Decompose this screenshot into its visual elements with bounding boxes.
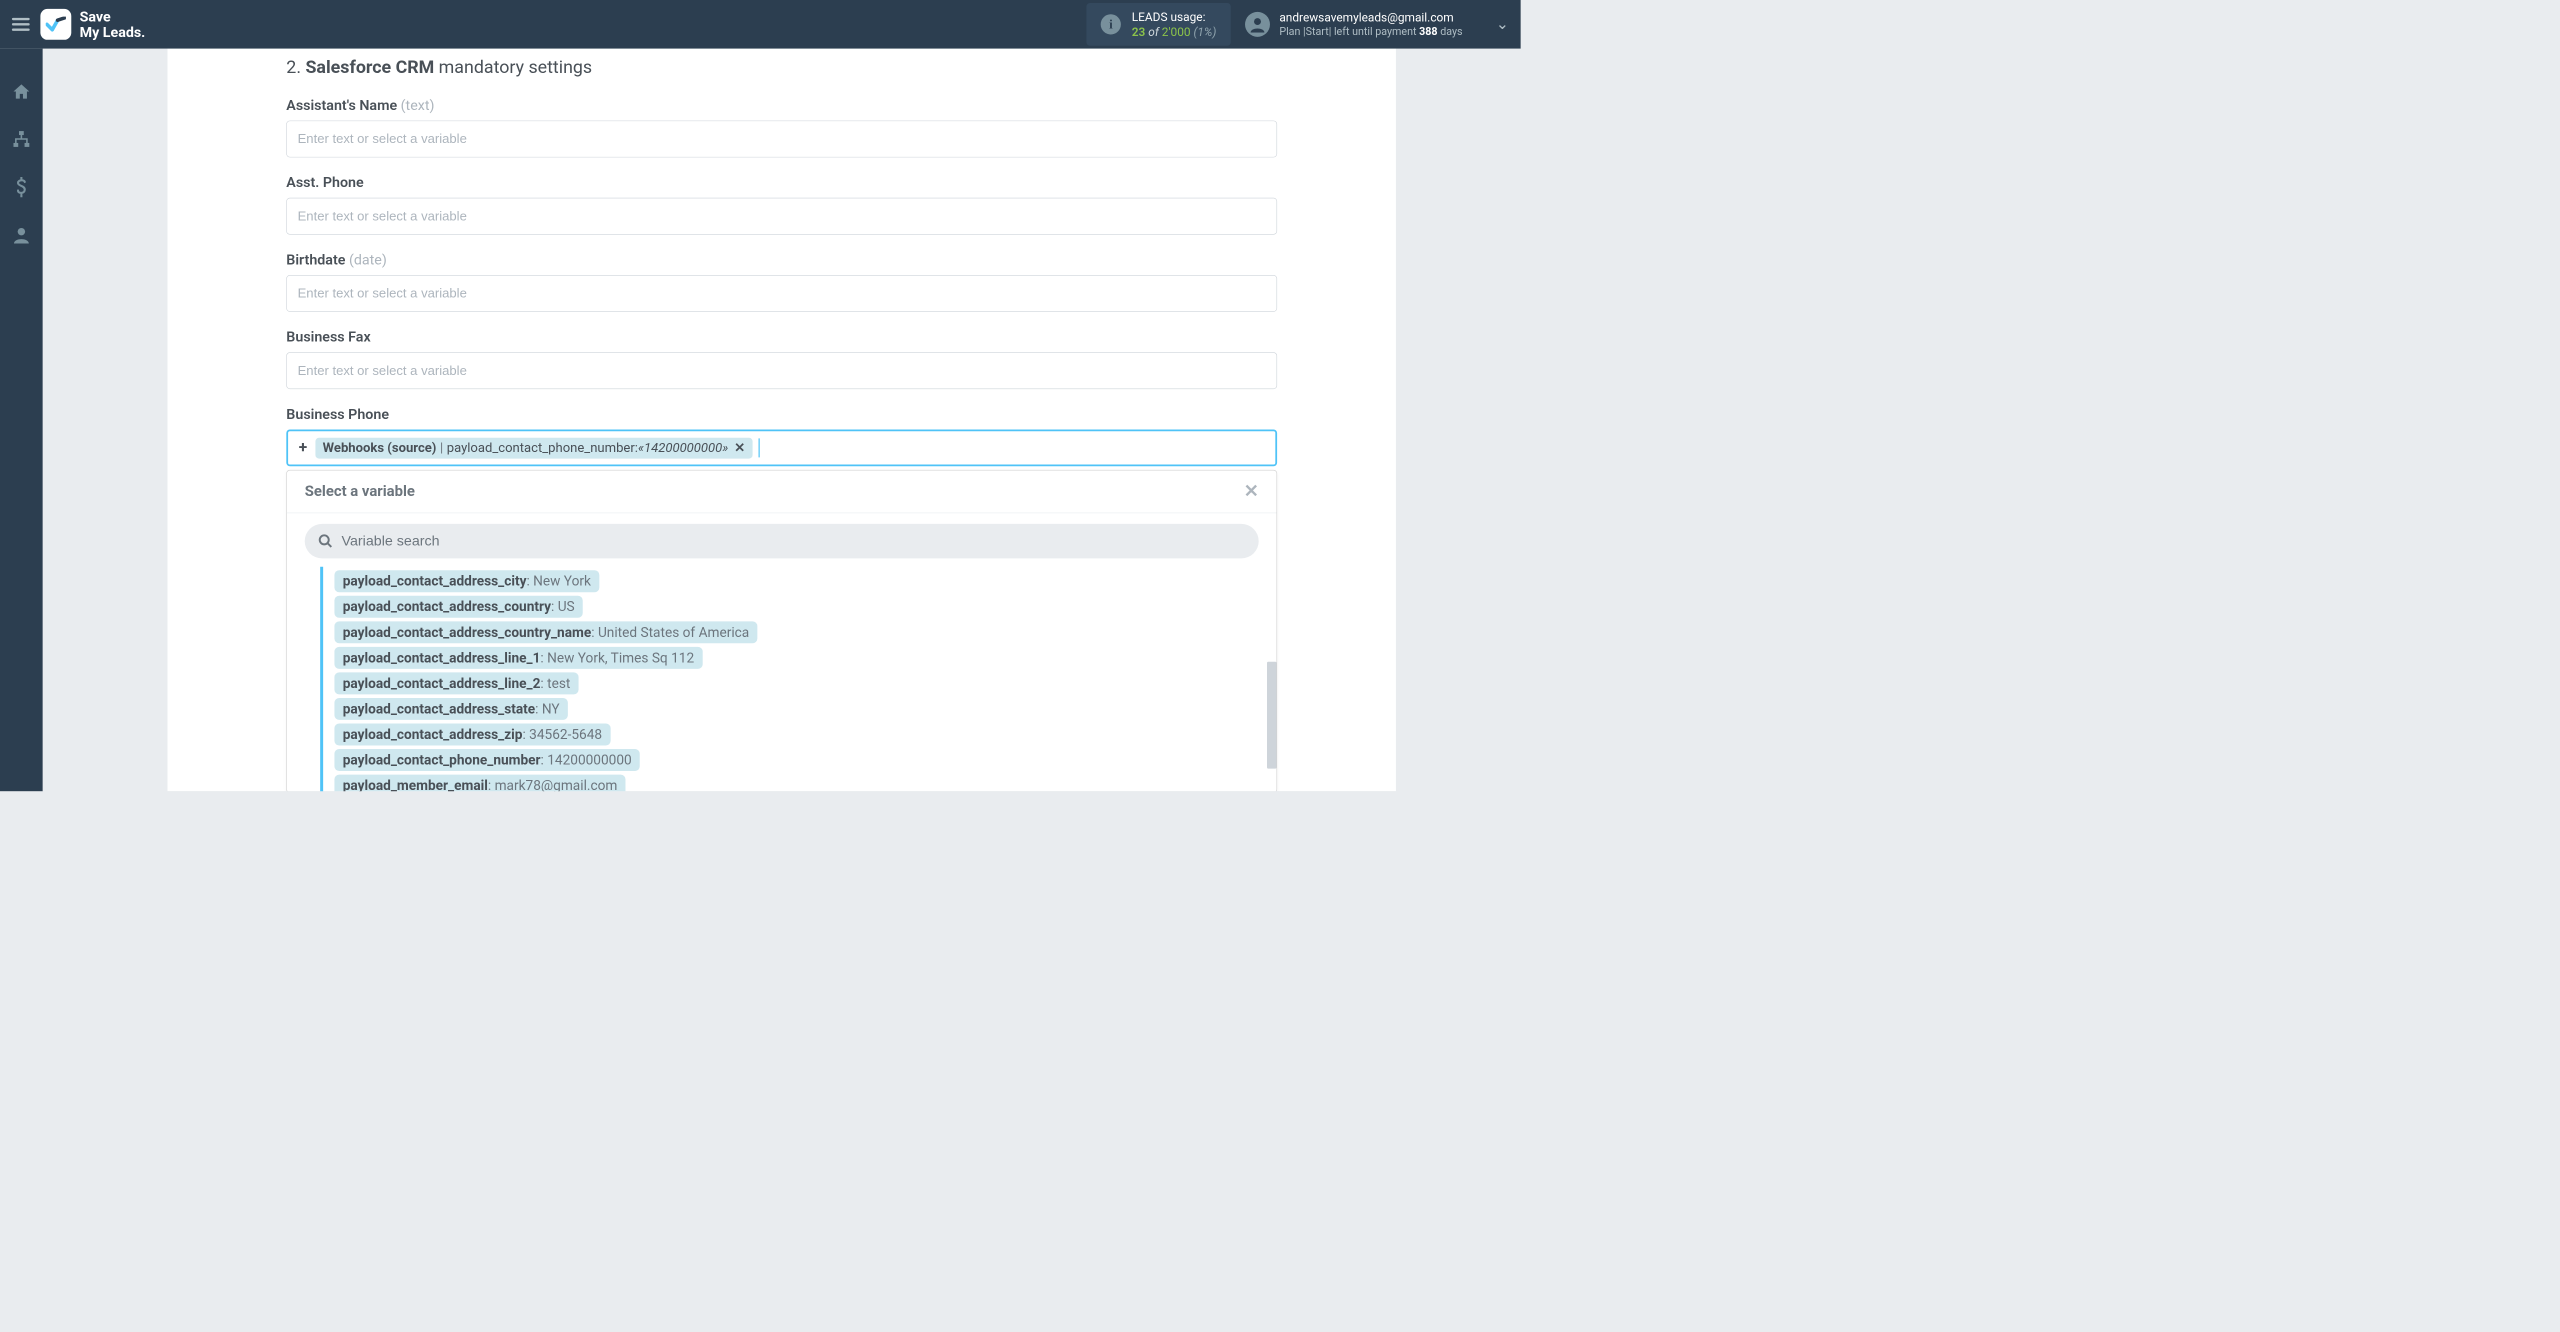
variable-option[interactable]: payload_contact_address_line_1: New York…	[334, 647, 1276, 669]
scrollbar-thumb[interactable]	[1267, 662, 1277, 769]
info-icon: i	[1101, 14, 1121, 34]
variable-search[interactable]	[305, 524, 1259, 558]
home-icon[interactable]	[12, 82, 31, 103]
variable-search-input[interactable]	[342, 533, 1246, 550]
variable-chip[interactable]: Webhooks (source) | payload_contact_phon…	[316, 437, 753, 458]
user-icon[interactable]	[12, 226, 30, 246]
sitemap-icon[interactable]	[12, 129, 31, 150]
chevron-down-icon[interactable]: ⌄	[1496, 15, 1509, 33]
field-label: Assistant's Name (text)	[286, 97, 1277, 114]
dropdown-title: Select a variable	[305, 483, 415, 500]
plan-status: Plan |Start| left until payment 388 days	[1279, 25, 1462, 39]
field-label: Asst. Phone	[286, 174, 1277, 191]
birthdate-input[interactable]	[286, 275, 1277, 312]
variable-option[interactable]: payload_contact_phone_number: 1420000000…	[334, 749, 1276, 771]
variable-dropdown: Select a variable ✕ payload_contact_addr…	[286, 470, 1277, 791]
main-content: 2. Salesforce CRM mandatory settings Ass…	[43, 49, 1521, 791]
avatar-icon	[1245, 12, 1270, 37]
business-phone-input[interactable]: + Webhooks (source) | payload_contact_ph…	[286, 429, 1277, 466]
search-icon	[318, 533, 333, 548]
variable-list: payload_contact_address_city: New York p…	[287, 567, 1277, 792]
assistants-name-input[interactable]	[286, 121, 1277, 158]
field-asst-phone: Asst. Phone	[286, 174, 1277, 235]
field-birthdate: Birthdate (date)	[286, 251, 1277, 312]
variable-option[interactable]: payload_contact_address_country: US	[334, 596, 1276, 618]
dollar-icon[interactable]	[14, 177, 28, 200]
sidebar	[0, 49, 43, 791]
add-variable-button[interactable]: +	[299, 439, 307, 457]
field-label: Business Fax	[286, 328, 1277, 345]
close-icon[interactable]: ✕	[1244, 481, 1259, 502]
asst-phone-input[interactable]	[286, 198, 1277, 235]
hamburger-menu-icon[interactable]	[12, 18, 30, 31]
user-email: andrewsavemyleads@gmail.com	[1279, 10, 1462, 25]
variable-option[interactable]: payload_member_email: mark78@gmail.com	[334, 775, 1276, 792]
text-cursor	[758, 438, 759, 457]
variable-option[interactable]: payload_contact_address_city: New York	[334, 570, 1276, 592]
field-business-fax: Business Fax	[286, 328, 1277, 389]
variable-option[interactable]: payload_contact_address_country_name: Un…	[334, 621, 1276, 643]
variable-option[interactable]: payload_contact_address_zip: 34562-5648	[334, 723, 1276, 745]
field-label: Business Phone	[286, 406, 1277, 423]
business-fax-input[interactable]	[286, 352, 1277, 389]
variable-option[interactable]: payload_contact_address_line_2: test	[334, 672, 1276, 694]
section-heading: 2. Salesforce CRM mandatory settings	[286, 49, 1277, 78]
variable-option[interactable]: payload_contact_address_state: NY	[334, 698, 1276, 720]
field-business-phone: Business Phone + Webhooks (source) | pay…	[286, 406, 1277, 792]
app-header: Save My Leads. i LEADS usage: 23 of 2'00…	[0, 0, 1521, 49]
usage-indicator: i LEADS usage: 23 of 2'000 (1%)	[1087, 3, 1231, 46]
brand-logo[interactable]	[40, 9, 71, 40]
field-label: Birthdate (date)	[286, 251, 1277, 268]
field-assistants-name: Assistant's Name (text)	[286, 97, 1277, 158]
user-menu[interactable]: andrewsavemyleads@gmail.com Plan |Start|…	[1245, 10, 1509, 39]
chip-remove-icon[interactable]: ✕	[734, 440, 745, 455]
brand-name: Save My Leads.	[80, 9, 146, 40]
checkmark-icon	[46, 17, 66, 32]
